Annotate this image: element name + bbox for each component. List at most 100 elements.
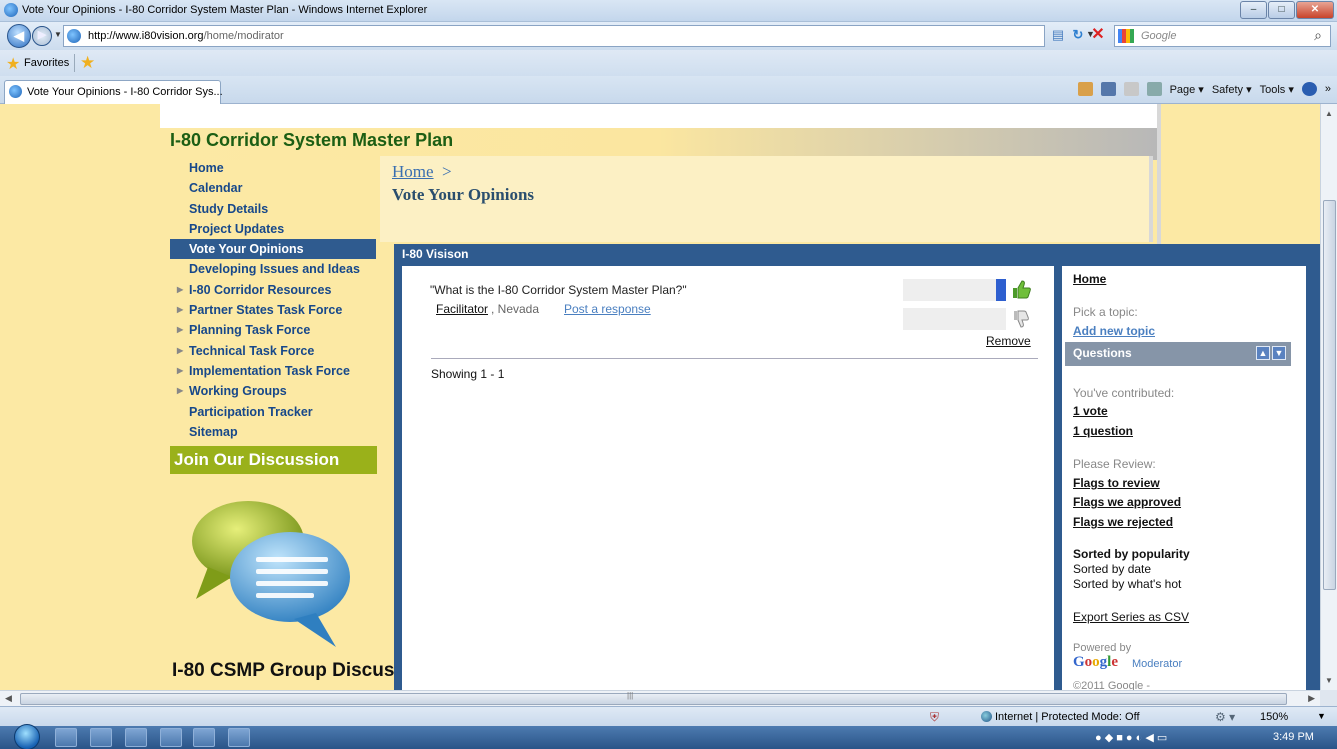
nav-item-planning-task-force[interactable]: ▶ Planning Task Force	[170, 320, 376, 340]
print-icon[interactable]	[1146, 82, 1162, 96]
contributed-label: You've contributed:	[1073, 386, 1175, 400]
remove-link[interactable]: Remove	[986, 334, 1031, 348]
home-icon[interactable]	[1077, 82, 1093, 96]
command-overflow[interactable]: »	[1325, 83, 1331, 95]
minimize-button[interactable]: –	[1240, 1, 1267, 19]
flags-approved-link[interactable]: Flags we approved	[1073, 495, 1181, 509]
sidebar-home-link[interactable]: Home	[1073, 272, 1106, 286]
nav-item-developing-issues-and-ideas[interactable]: Developing Issues and Ideas	[170, 259, 376, 279]
horizontal-scroll-thumb[interactable]	[20, 693, 1287, 705]
expand-arrow-icon[interactable]: ▶	[177, 381, 183, 401]
address-input[interactable]: http://www.i80vision.org/home/modirator …	[63, 25, 1095, 47]
nav-item-vote-your-opinions[interactable]: Vote Your Opinions	[170, 239, 376, 260]
question-author-link[interactable]: Facilitator	[436, 302, 488, 316]
expand-arrow-icon[interactable]: ▶	[177, 361, 183, 381]
thumbs-up-icon[interactable]	[1010, 278, 1032, 300]
scroll-left-icon[interactable]: ◀	[5, 693, 12, 704]
taskbar-explorer-icon[interactable]	[90, 728, 112, 747]
nav-item-technical-task-force[interactable]: ▶ Technical Task Force	[170, 341, 376, 361]
horizontal-scrollbar[interactable]: ◀ ||| ▶	[0, 690, 1320, 706]
expand-arrow-icon[interactable]: ▶	[177, 320, 183, 340]
favorites-button[interactable]: Favorites	[24, 57, 69, 69]
sort-by-date[interactable]: Sorted by date	[1073, 562, 1151, 576]
taskbar-app-icon[interactable]	[228, 728, 250, 747]
mail-icon[interactable]	[1123, 82, 1139, 96]
vote-count-link[interactable]: 1 vote	[1073, 404, 1108, 418]
breadcrumb-separator: >	[442, 162, 452, 181]
expand-arrow-icon[interactable]: ▶	[177, 341, 183, 361]
scroll-right-icon[interactable]: ▶	[1308, 693, 1315, 704]
maximize-button[interactable]: □	[1268, 1, 1295, 19]
flags-to-review-link[interactable]: Flags to review	[1073, 476, 1160, 490]
page-menu[interactable]: Page ▾	[1170, 83, 1204, 96]
recent-pages-dropdown[interactable]: ▼	[54, 30, 62, 39]
search-input[interactable]: Google ⌕	[1114, 25, 1331, 47]
discussion-bubbles-icon	[192, 501, 350, 647]
nav-item-implementation-task-force[interactable]: ▶ Implementation Task Force	[170, 361, 376, 381]
forward-button[interactable]: ▶	[32, 26, 52, 46]
nav-item-working-groups[interactable]: ▶ Working Groups	[170, 381, 376, 401]
flags-rejected-link[interactable]: Flags we rejected	[1073, 515, 1173, 529]
favorites-star-icon[interactable]: ★	[6, 54, 20, 74]
move-up-icon[interactable]: ▲	[1256, 346, 1270, 360]
feeds-icon[interactable]	[1100, 82, 1116, 96]
scroll-down-icon[interactable]: ▼	[1325, 676, 1333, 685]
zoom-level[interactable]: 150%	[1260, 711, 1288, 723]
url-text: http://www.i80vision.org/home/modirator	[88, 30, 284, 42]
vertical-scrollbar[interactable]: ▲ ▼	[1320, 104, 1337, 690]
nav-item-sitemap[interactable]: Sitemap	[170, 422, 376, 442]
back-button[interactable]: ◀	[7, 24, 31, 48]
nav-item-i-80-corridor-resources[interactable]: ▶ I-80 Corridor Resources	[170, 280, 376, 300]
question-count-link[interactable]: 1 question	[1073, 424, 1133, 438]
favorites-bar: ★ Favorites ★	[0, 50, 1337, 76]
taskbar-media-icon[interactable]	[125, 728, 147, 747]
post-response-link[interactable]: Post a response	[564, 302, 651, 316]
start-button[interactable]	[14, 724, 40, 749]
nav-item-label: Implementation Task Force	[189, 363, 350, 378]
move-down-icon[interactable]: ▼	[1272, 346, 1286, 360]
scroll-up-icon[interactable]: ▲	[1325, 109, 1333, 118]
expand-arrow-icon[interactable]: ▶	[177, 280, 183, 300]
taskbar-app-icon[interactable]	[193, 728, 215, 747]
tools-menu[interactable]: Tools ▾	[1260, 83, 1294, 96]
compatibility-view-icon[interactable]: ▤	[1048, 25, 1068, 45]
security-shield-icon[interactable]: ⛨	[930, 710, 939, 725]
search-icon[interactable]: ⌕	[1314, 27, 1322, 44]
nav-item-calendar[interactable]: Calendar	[170, 178, 376, 198]
close-button[interactable]: ✕	[1296, 1, 1334, 19]
nav-item-study-details[interactable]: Study Details	[170, 199, 376, 219]
nav-item-project-updates[interactable]: Project Updates	[170, 219, 376, 239]
taskbar-clock[interactable]: 3:49 PM	[1273, 731, 1314, 743]
taskbar-app-icon[interactable]	[160, 728, 182, 747]
nav-item-label: Planning Task Force	[189, 323, 311, 338]
tab-vote-your-opinions[interactable]: Vote Your Opinions - I-80 Corridor Sys..…	[4, 80, 223, 104]
zoom-dropdown-icon[interactable]: ▼	[1317, 711, 1326, 721]
nav-item-participation-tracker[interactable]: Participation Tracker	[170, 402, 376, 422]
security-zone-text[interactable]: Internet | Protected Mode: Off	[995, 711, 1140, 723]
sort-by-popularity[interactable]: Sorted by popularity	[1073, 547, 1190, 561]
refresh-icon[interactable]: ↻	[1068, 25, 1088, 45]
add-favorite-icon[interactable]: ★	[80, 53, 95, 73]
expand-arrow-icon[interactable]: ▶	[177, 300, 183, 320]
help-icon[interactable]	[1301, 82, 1317, 96]
join-discussion-banner[interactable]: Join Our Discussion	[170, 446, 377, 474]
nav-item-label: Calendar	[189, 181, 243, 196]
stop-icon[interactable]: ✕	[1088, 25, 1108, 45]
safety-menu[interactable]: Safety ▾	[1212, 83, 1252, 96]
add-topic-link[interactable]: Add new topic	[1073, 324, 1155, 338]
nav-item-partner-states-task-force[interactable]: ▶ Partner States Task Force	[170, 300, 376, 320]
system-tray-icons[interactable]: ● ◆ ■ ● ◐ ◀ ▭	[1095, 731, 1167, 744]
export-csv-link[interactable]: Export Series as CSV	[1073, 610, 1189, 624]
window-titlebar: Vote Your Opinions - I-80 Corridor Syste…	[0, 0, 1337, 22]
series-title: I-80 Visison	[402, 247, 469, 261]
nav-item-home[interactable]: Home	[170, 158, 376, 178]
nav-item-label: Home	[189, 161, 224, 175]
vertical-scroll-thumb[interactable]	[1323, 200, 1336, 590]
taskbar-ie-icon[interactable]	[55, 728, 77, 747]
addons-icon[interactable]: ⚙ ▾	[1215, 710, 1235, 724]
sort-by-hot[interactable]: Sorted by what's hot	[1073, 577, 1181, 591]
nav-item-label: Project Updates	[189, 221, 285, 236]
breadcrumb-home-link[interactable]: Home	[392, 162, 434, 182]
thumbs-down-icon[interactable]	[1011, 309, 1031, 329]
powered-by-label: Powered by	[1073, 642, 1132, 654]
